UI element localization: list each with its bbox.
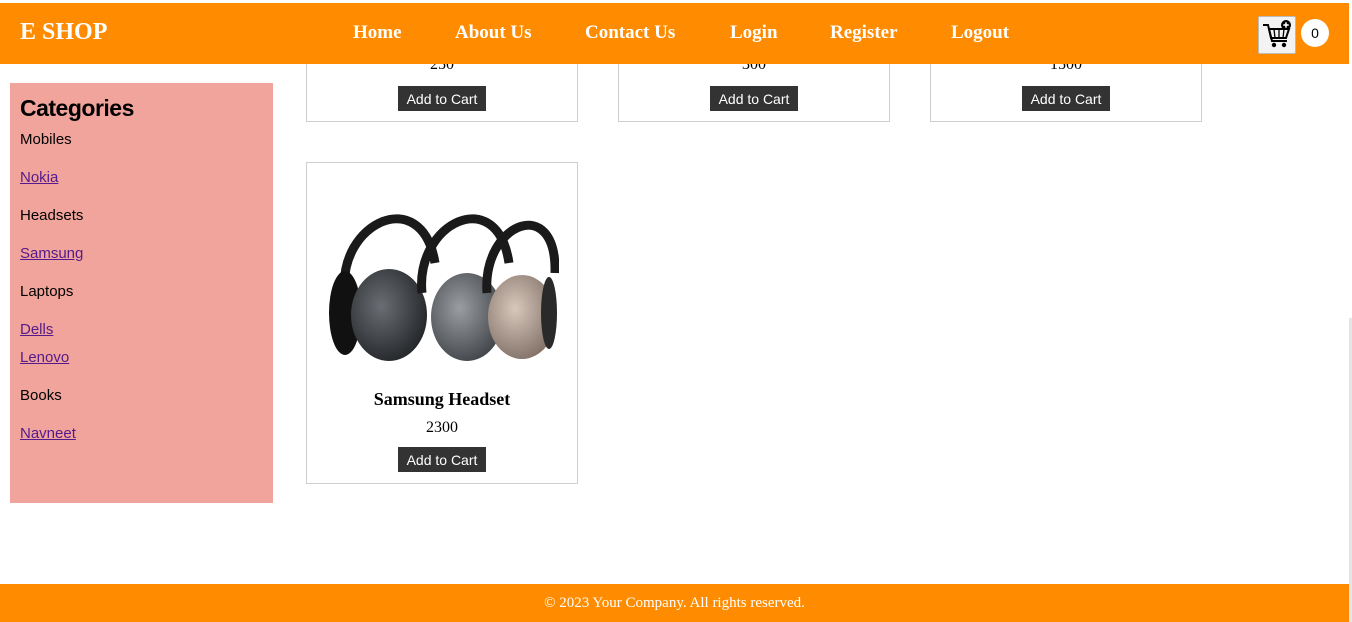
add-to-cart-button[interactable]: Add to Cart <box>398 447 486 472</box>
nav-register[interactable]: Register <box>830 22 898 44</box>
sidebar-link-lenovo[interactable]: Lenovo <box>20 349 69 366</box>
top-navbar: E SHOP Home About Us Contact Us Login Re… <box>0 3 1349 64</box>
cart-icon <box>1263 20 1291 48</box>
nav-login[interactable]: Login <box>730 22 778 44</box>
footer: © 2023 Your Company. All rights reserved… <box>0 584 1349 622</box>
add-to-cart-button[interactable]: Add to Cart <box>1022 86 1110 111</box>
cart-button[interactable] <box>1258 16 1296 54</box>
add-to-cart-button[interactable]: Add to Cart <box>398 86 486 111</box>
sidebar-heading: Categories <box>20 95 134 121</box>
category-books: Books <box>20 387 62 404</box>
category-laptops: Laptops <box>20 283 74 300</box>
sidebar-link-navneet[interactable]: Navneet <box>20 425 76 442</box>
product-price: 2300 <box>426 419 458 436</box>
nav-home[interactable]: Home <box>353 22 402 44</box>
product-image[interactable] <box>327 183 559 363</box>
nav-logout[interactable]: Logout <box>951 22 1009 44</box>
brand-logo[interactable]: E SHOP <box>20 19 107 46</box>
sidebar-link-nokia[interactable]: Nokia <box>20 169 58 186</box>
categories-sidebar: Categories Mobiles Nokia Headsets Samsun… <box>10 83 273 503</box>
sidebar-link-dells[interactable]: Dells <box>20 321 53 338</box>
product-name: Samsung Headset <box>373 389 511 409</box>
category-headsets: Headsets <box>20 207 84 224</box>
nav-about-us[interactable]: About Us <box>455 22 532 44</box>
category-mobiles: Mobiles <box>20 131 72 148</box>
add-to-cart-button[interactable]: Add to Cart <box>710 86 798 111</box>
cart-count-badge: 0 <box>1301 19 1329 47</box>
nav-contact-us[interactable]: Contact Us <box>585 22 675 44</box>
product-card: Samsung Headset 2300 Add to Cart <box>306 162 578 484</box>
sidebar-link-samsung[interactable]: Samsung <box>20 245 83 262</box>
